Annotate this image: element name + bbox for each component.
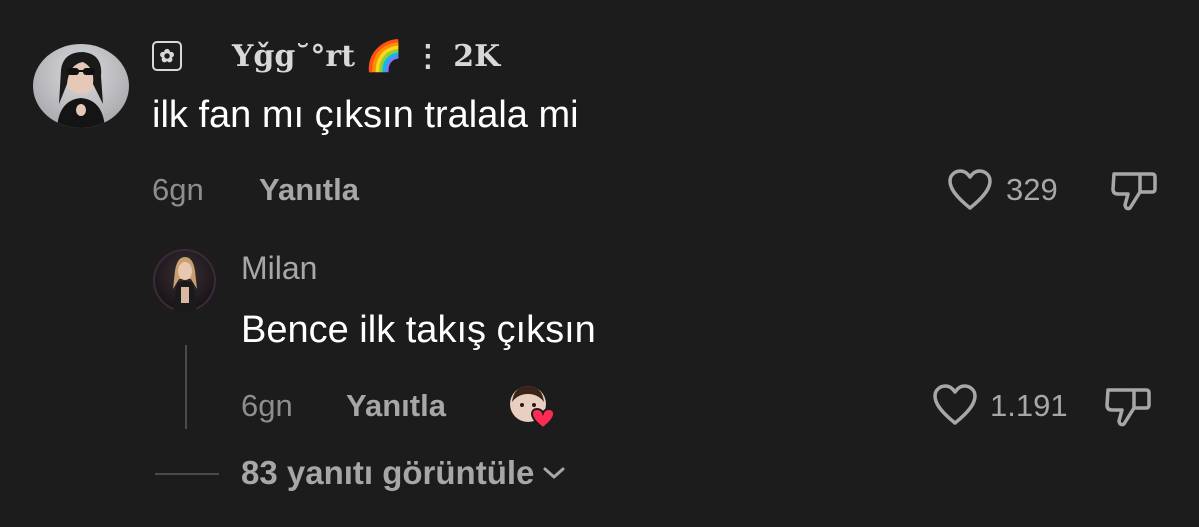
comment-like-count: 329 xyxy=(1006,172,1058,207)
comment-text: ilk fan mı çıksın tralala mi xyxy=(152,94,579,136)
reply-text: Bence ilk takış çıksın xyxy=(241,309,596,351)
reply-time: 6gn xyxy=(241,388,293,423)
avatar-portrait-icon xyxy=(173,257,197,312)
reply-username[interactable]: Milan xyxy=(241,250,317,287)
flower-badge-icon: ✿ xyxy=(152,41,182,71)
view-replies-label: 83 yanıtı görüntüle xyxy=(241,454,535,491)
view-replies-button[interactable]: 83 yanıtı görüntüle xyxy=(241,454,566,492)
heart-outline-icon xyxy=(933,384,977,425)
reply-reply-button[interactable]: Yanıtla xyxy=(346,388,446,424)
comment-time: 6gn xyxy=(152,172,204,207)
reply-like-count: 1.191 xyxy=(990,388,1068,423)
creator-liked-heart-icon xyxy=(508,384,554,430)
comment-avatar[interactable] xyxy=(33,44,129,128)
reply-like-button[interactable] xyxy=(932,383,978,427)
comment-dislike-button[interactable] xyxy=(1110,168,1158,214)
thumbs-down-icon xyxy=(1105,388,1151,427)
view-replies-divider xyxy=(155,473,219,475)
reply-avatar[interactable] xyxy=(153,249,216,312)
comment-username[interactable]: Yǧg˘°rt xyxy=(232,39,355,74)
reply-dislike-button[interactable] xyxy=(1104,384,1152,430)
thumbs-down-icon xyxy=(1111,172,1157,211)
comment-username-suffix: 🌈 ⋮ 2K xyxy=(365,38,501,74)
comment-reply-button[interactable]: Yanıtla xyxy=(259,172,359,208)
thread-line xyxy=(185,345,187,429)
heart-outline-icon xyxy=(948,169,992,210)
chevron-down-icon xyxy=(543,467,565,479)
comment-username-row: ✿ Yǧg˘°rt 🌈 ⋮ 2K xyxy=(152,36,500,76)
comment-like-button[interactable] xyxy=(947,168,993,212)
avatar-portrait-icon xyxy=(57,52,105,128)
